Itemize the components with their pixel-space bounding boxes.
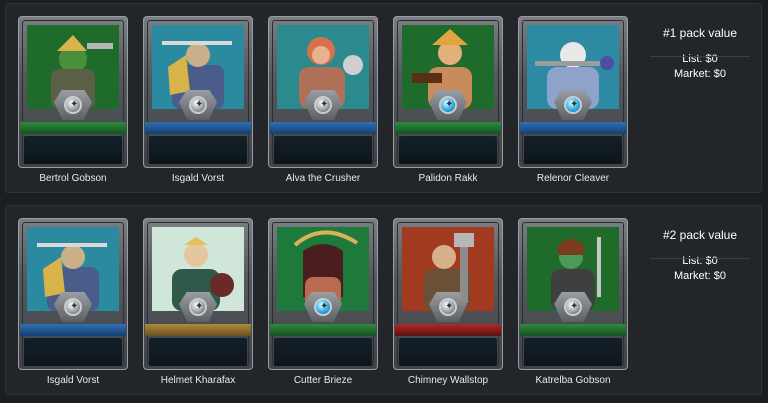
pack-panel: ✦ Isgald Vorst ✦ Helmet Kharafax ✦ Cutte… bbox=[5, 205, 762, 395]
gem-glyph-icon: ✦ bbox=[570, 301, 579, 312]
card-tile[interactable]: ✦ bbox=[268, 16, 378, 168]
rarity-gem-icon: ✦ bbox=[439, 96, 457, 114]
rarity-gem-icon: ✦ bbox=[314, 96, 332, 114]
card-tile[interactable]: ✦ bbox=[268, 218, 378, 370]
rarity-band bbox=[145, 122, 251, 134]
rarity-band bbox=[395, 324, 501, 336]
rarity-band bbox=[395, 122, 501, 134]
rarity-gem-icon: ✦ bbox=[564, 96, 582, 114]
card-stat-plate bbox=[24, 338, 122, 366]
list-value: List: $0 bbox=[682, 255, 718, 267]
card-name: Bertrol Gobson bbox=[39, 173, 107, 184]
pack-value-title: #1 pack value bbox=[662, 26, 738, 40]
gem-glyph-icon: ✦ bbox=[70, 99, 79, 110]
card-stat-plate bbox=[524, 338, 622, 366]
gem-glyph-icon: ✦ bbox=[445, 301, 454, 312]
card-name: Cutter Brieze bbox=[293, 375, 353, 386]
card-stat-plate bbox=[399, 338, 497, 366]
gem-glyph-icon: ✦ bbox=[70, 301, 79, 312]
divider bbox=[650, 258, 750, 259]
card-tile[interactable]: ✦ bbox=[18, 16, 128, 168]
rarity-gem-icon: ✦ bbox=[564, 298, 582, 316]
card-stat-plate bbox=[149, 338, 247, 366]
card-stat-plate bbox=[399, 136, 497, 164]
rarity-gem-icon: ✦ bbox=[64, 96, 82, 114]
card-name: Katrelba Gobson bbox=[535, 375, 611, 386]
gem-glyph-icon: ✦ bbox=[320, 99, 329, 110]
rarity-band bbox=[270, 324, 376, 336]
card-name: Relenor Cleaver bbox=[536, 173, 610, 184]
rarity-band bbox=[145, 324, 251, 336]
pack-panel: ✦ Bertrol Gobson ✦ Isgald Vorst ✦ Alva t… bbox=[5, 3, 762, 193]
pack-value-box: #1 pack value List: $0 Market: $0 bbox=[642, 26, 758, 82]
card-tile[interactable]: ✦ bbox=[393, 16, 503, 168]
rarity-gem-icon: ✦ bbox=[314, 298, 332, 316]
card-name: Chimney Wallstop bbox=[407, 375, 489, 386]
card-stat-plate bbox=[274, 338, 372, 366]
card-stat-plate bbox=[24, 136, 122, 164]
card-name: Helmet Kharafax bbox=[160, 375, 236, 386]
rarity-gem-icon: ✦ bbox=[64, 298, 82, 316]
card-tile[interactable]: ✦ bbox=[143, 218, 253, 370]
gem-glyph-icon: ✦ bbox=[195, 301, 204, 312]
gem-glyph-icon: ✦ bbox=[570, 99, 579, 110]
pack-value-box: #2 pack value List: $0 Market: $0 bbox=[642, 228, 758, 284]
list-value: List: $0 bbox=[682, 53, 718, 65]
rarity-gem-icon: ✦ bbox=[439, 298, 457, 316]
card-tile[interactable]: ✦ bbox=[143, 16, 253, 168]
rarity-band bbox=[20, 122, 126, 134]
rarity-band bbox=[520, 122, 626, 134]
divider bbox=[650, 56, 750, 57]
card-tile[interactable]: ✦ bbox=[393, 218, 503, 370]
pack-value-title: #2 pack value bbox=[662, 228, 738, 242]
card-tile[interactable]: ✦ bbox=[518, 16, 628, 168]
market-value: Market: $0 bbox=[674, 68, 726, 80]
card-name: Palidon Rakk bbox=[418, 173, 478, 184]
rarity-band bbox=[20, 324, 126, 336]
gem-glyph-icon: ✦ bbox=[195, 99, 204, 110]
card-stat-plate bbox=[524, 136, 622, 164]
card-tile[interactable]: ✦ bbox=[518, 218, 628, 370]
card-tile[interactable]: ✦ bbox=[18, 218, 128, 370]
market-value: Market: $0 bbox=[674, 270, 726, 282]
card-name: Isgald Vorst bbox=[171, 173, 225, 184]
rarity-gem-icon: ✦ bbox=[189, 96, 207, 114]
gem-glyph-icon: ✦ bbox=[320, 301, 329, 312]
rarity-band bbox=[520, 324, 626, 336]
gem-glyph-icon: ✦ bbox=[445, 99, 454, 110]
card-stat-plate bbox=[274, 136, 372, 164]
rarity-band bbox=[270, 122, 376, 134]
rarity-gem-icon: ✦ bbox=[189, 298, 207, 316]
card-name: Alva the Crusher bbox=[285, 173, 361, 184]
card-stat-plate bbox=[149, 136, 247, 164]
card-name: Isgald Vorst bbox=[46, 375, 100, 386]
